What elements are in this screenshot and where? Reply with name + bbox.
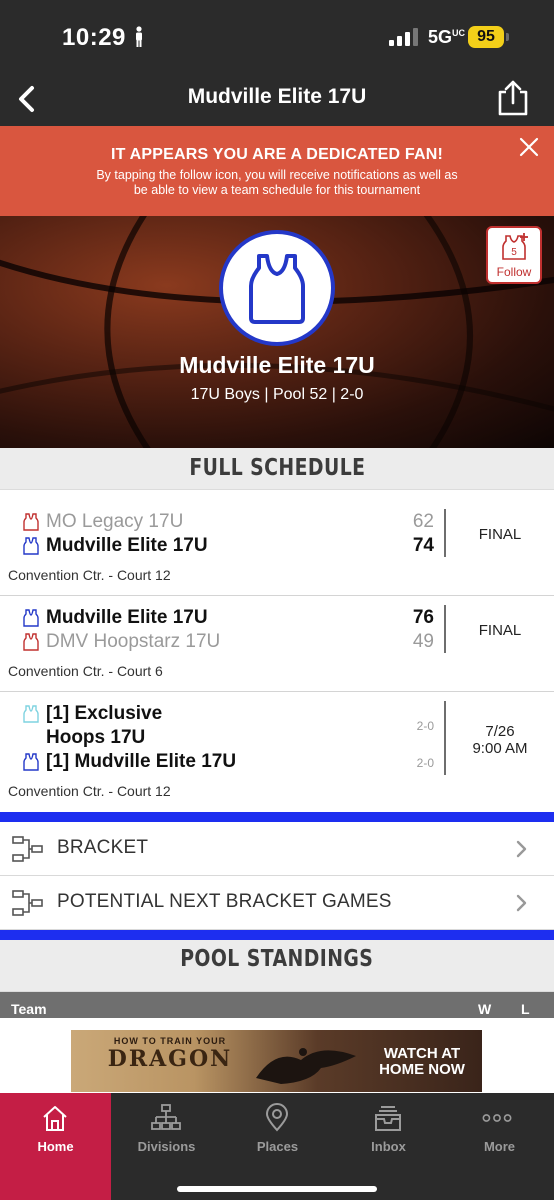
full-schedule-title: FULL SCHEDULE: [188, 455, 366, 481]
team-name: Mudville Elite 17U: [46, 607, 208, 628]
game-venue: Convention Ctr. - Court 12: [8, 567, 171, 583]
status-time: 10:29: [62, 24, 126, 51]
team-record: 2-0: [416, 756, 434, 770]
jersey-icon: [23, 609, 39, 627]
team-name: MO Legacy 17U: [46, 511, 184, 532]
ad-cta-line: HOME NOW: [379, 1061, 465, 1078]
status-bar: 10:29 5GUC 95: [0, 0, 554, 72]
ad-cta-line: WATCH AT: [383, 1045, 461, 1062]
team-name: DMV Hoopstarz 17U: [46, 631, 221, 652]
chevron-right-icon: [516, 840, 527, 858]
game-row[interactable]: MO Legacy 17U 62 Mudville Elite 17U 74 F…: [0, 500, 554, 596]
battery-indicator: 95: [468, 26, 504, 48]
page-title: Mudville Elite 17U: [187, 85, 367, 108]
team-record: 2-0: [416, 719, 434, 733]
tab-label: Inbox: [371, 1139, 406, 1154]
tab-bar: Home Divisions Places Inbox More: [0, 1093, 554, 1200]
team-score: 76: [412, 607, 434, 628]
jersey-icon: [23, 537, 39, 555]
tab-more[interactable]: More: [444, 1093, 554, 1165]
ad-title: HOW TO TRAIN YOUR DRAGON: [85, 1036, 255, 1072]
team-score: 49: [412, 631, 434, 652]
signal-icon: [389, 28, 418, 46]
column-team: Team: [11, 1001, 47, 1017]
bracket-link[interactable]: BRACKET: [0, 822, 554, 876]
tab-label: Divisions: [137, 1139, 196, 1154]
game-row[interactable]: [1] Exclusive Hoops 17U 2-0 [1] Mudville…: [0, 692, 554, 812]
dragon-image: [256, 1048, 356, 1084]
share-icon[interactable]: [496, 78, 530, 118]
ad-big-text: DRAGON: [107, 1046, 233, 1072]
person-icon: [136, 26, 142, 47]
battery-tip: [506, 33, 509, 41]
follow-jersey-icon: 5: [502, 233, 528, 260]
close-icon[interactable]: [518, 136, 540, 158]
banner-text: By tapping the follow icon, you will rec…: [96, 168, 458, 197]
team-name: [1] Exclusive: [46, 703, 163, 724]
inbox-icon: [375, 1106, 401, 1131]
tab-places[interactable]: Places: [222, 1093, 333, 1165]
tab-inbox[interactable]: Inbox: [333, 1093, 444, 1165]
nav-header: Mudville Elite 17U: [0, 72, 554, 126]
tab-label: More: [483, 1139, 516, 1154]
game-venue: Convention Ctr. - Court 12: [8, 783, 171, 799]
pool-standings-header: POOL STANDINGS: [0, 940, 554, 992]
jersey-icon: [23, 705, 39, 723]
jersey-icon: [23, 633, 39, 651]
potential-games-label: POTENTIAL NEXT BRACKET GAMES: [57, 891, 392, 912]
advertisement-banner[interactable]: HOW TO TRAIN YOUR DRAGON WATCH AT HOME N…: [71, 1030, 482, 1092]
network-indicator: 5GUC: [428, 27, 466, 47]
follow-badge: 5: [511, 247, 517, 258]
follow-button[interactable]: 5 Follow: [486, 226, 542, 284]
banner-title: IT APPEARS YOU ARE A DEDICATED FAN!: [110, 146, 444, 163]
pool-standings-title: POOL STANDINGS: [180, 946, 374, 972]
team-score: 74: [412, 535, 434, 556]
standings-table-header: Team W L: [0, 992, 554, 1018]
team-name: Mudville Elite 17U: [46, 535, 208, 556]
chevron-right-icon: [516, 894, 527, 912]
ad-small-text: HOW TO TRAIN YOUR: [113, 1036, 227, 1046]
follow-label: Follow: [496, 265, 532, 279]
team-logo: [219, 230, 335, 346]
team-name: [1] Mudville Elite 17U: [46, 751, 237, 772]
game-venue: Convention Ctr. - Court 6: [8, 663, 163, 679]
column-losses: L: [521, 1001, 530, 1017]
tab-divisions[interactable]: Divisions: [111, 1093, 222, 1165]
ad-cta: WATCH AT HOME NOW: [367, 1046, 477, 1078]
bracket-icon: [12, 890, 43, 916]
column-wins: W: [478, 1001, 492, 1017]
jersey-icon: [23, 753, 39, 771]
jersey-icon: [249, 254, 305, 324]
location-pin-icon: [265, 1103, 289, 1132]
tab-home[interactable]: Home: [0, 1093, 111, 1200]
home-indicator: [177, 1186, 377, 1192]
section-divider: [0, 930, 554, 940]
team-name: Mudville Elite 17U: [179, 352, 375, 378]
potential-games-link[interactable]: POTENTIAL NEXT BRACKET GAMES: [0, 876, 554, 930]
tab-label: Places: [256, 1139, 299, 1154]
game-time: 9:00 AM: [472, 740, 528, 757]
team-hero: Mudville Elite 17U 17U Boys | Pool 52 | …: [0, 216, 554, 448]
more-icon: [482, 1114, 512, 1122]
team-score: 62: [412, 511, 434, 532]
divisions-icon: [151, 1104, 181, 1130]
game-status: FINAL: [478, 526, 522, 543]
full-schedule-header: FULL SCHEDULE: [0, 448, 554, 490]
fan-banner: IT APPEARS YOU ARE A DEDICATED FAN! By t…: [0, 126, 554, 216]
game-row[interactable]: Mudville Elite 17U 76 DMV Hoopstarz 17U …: [0, 596, 554, 692]
bracket-icon: [12, 836, 43, 862]
section-divider: [0, 812, 554, 822]
team-name-continued: Hoops 17U: [46, 727, 146, 748]
game-status: FINAL: [478, 622, 522, 639]
bracket-label: BRACKET: [57, 837, 149, 858]
home-icon: [43, 1106, 67, 1131]
tab-label: Home: [37, 1139, 74, 1154]
team-subtitle: 17U Boys | Pool 52 | 2-0: [190, 386, 364, 403]
jersey-icon: [23, 513, 39, 531]
